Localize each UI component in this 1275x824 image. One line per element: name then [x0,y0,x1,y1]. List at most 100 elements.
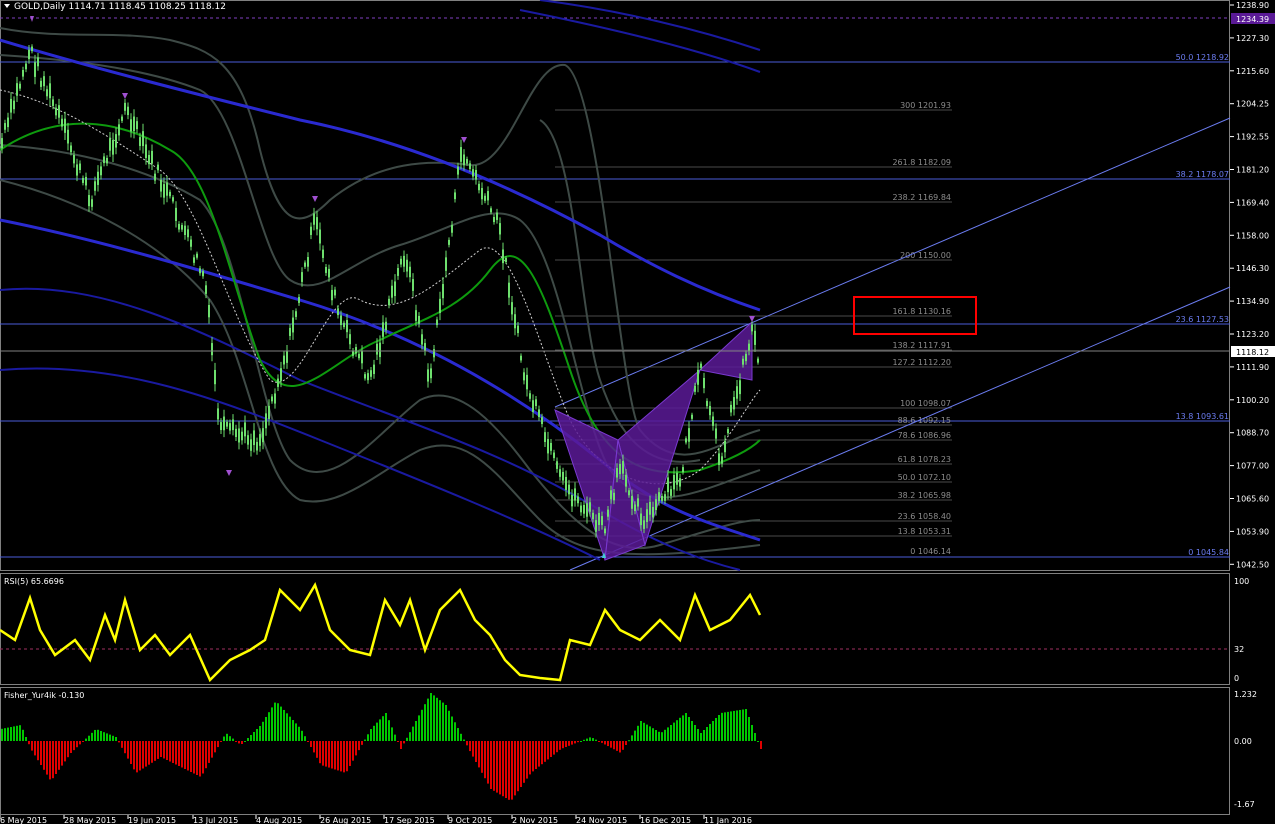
dropdown-arrow-icon[interactable] [4,4,10,8]
candle-body [268,405,270,419]
candle-body [316,217,318,230]
fisher-bar [478,741,480,768]
fisher-bar [451,716,453,741]
candle-body [43,76,45,87]
fisher-bar [538,741,540,767]
fisher-bar [703,730,705,741]
fisher-bar [178,741,180,766]
fisher-bar [166,741,168,760]
candle-body [1,138,3,149]
price-tick-label: 1215.60 [1236,67,1269,76]
fisher-bar [241,741,243,744]
fisher-bar [259,726,261,741]
candle-body [547,439,549,454]
candle-body [478,183,480,191]
candle-body [541,417,543,425]
fisher-bar [340,741,342,772]
fisher-bar [202,741,204,774]
fisher-bar [511,741,513,800]
candle-body [493,216,495,223]
candle-body [361,351,363,364]
candle-body [319,229,321,244]
chart-window[interactable]: GOLD,Daily 1114.71 1118.45 1108.25 1118.… [0,0,1275,824]
fisher-bar [244,741,246,742]
candle-body [538,409,540,417]
date-tick-label: 4 Aug 2015 [256,816,302,824]
fisher-bar [733,710,735,741]
fisher-bar [307,741,309,742]
candle-body [289,327,291,336]
candle-body [253,430,255,446]
candle-body [295,311,297,317]
candle-body [655,499,657,511]
fisher-bar [58,741,60,770]
fisher-bar [364,739,366,741]
candle-body [340,315,342,326]
candle-body [736,386,738,399]
candle-body [178,223,180,230]
candle-body [364,374,366,379]
fisher-bar [475,741,477,762]
candle-body [679,478,681,487]
fisher-bar [61,741,63,766]
fib-label: 261.8 1182.09 [892,158,951,167]
fisher-bar [388,720,390,741]
candle-body [631,495,633,509]
date-tick-label: 11 Jan 2016 [704,816,752,824]
fisher-bar [586,738,588,741]
fib-label: 0 1046.14 [910,547,951,556]
fisher-bar [274,702,276,741]
candle-body [433,349,435,358]
fisher-bar [208,741,210,763]
candle-body [427,369,429,382]
candle-body [616,468,618,478]
fisher-axis-max: 1.232 [1234,690,1257,699]
candle-body [4,123,6,130]
candle-body [472,169,474,177]
fisher-bar [568,741,570,746]
fisher-bar [40,741,42,765]
date-tick-label: 19 Jun 2015 [128,816,176,824]
candle-body [721,456,723,464]
fib-labels: 300 1201.93 261.8 1182.09 238.2 1169.84 … [892,101,951,556]
harmonic-pattern[interactable] [554,320,753,561]
candle-body [556,461,558,469]
candle-body [304,262,306,267]
candle-body [595,520,597,532]
candle-body [28,49,30,60]
fisher-bar [295,723,297,741]
candle-body [466,158,468,164]
candle-body [52,99,54,106]
fisher-bar [439,700,441,741]
fisher-bar [292,720,294,741]
candle-body [196,253,198,258]
candle-body [526,374,528,390]
price-tick-label: 1042.50 [1236,560,1269,569]
candle-body [706,400,708,407]
fisher-bar [115,737,117,741]
fisher-bar [358,741,360,751]
fisher-bar [697,729,699,741]
candle-body [241,431,243,441]
fisher-bar [232,738,234,741]
candle-body [82,177,84,183]
fisher-bar [43,741,45,770]
fisher-bar [574,741,576,744]
fisher-bar [664,729,666,741]
candle-body [13,100,15,110]
fisher-bar [376,722,378,741]
fisher-bar [109,734,111,741]
candle-body [691,414,693,419]
fisher-bar [367,734,369,741]
fisher-bar [430,693,432,741]
candle-body [127,106,129,116]
candle-body [334,289,336,296]
candle-body [412,279,414,291]
fisher-bar [79,741,81,745]
candle-body [211,343,213,356]
candle-body [502,249,504,264]
candle-body [367,373,369,381]
candle-body [280,368,282,381]
blue-fib-label: 13.8 1093.61 [1176,412,1229,421]
candle-body [100,166,102,176]
